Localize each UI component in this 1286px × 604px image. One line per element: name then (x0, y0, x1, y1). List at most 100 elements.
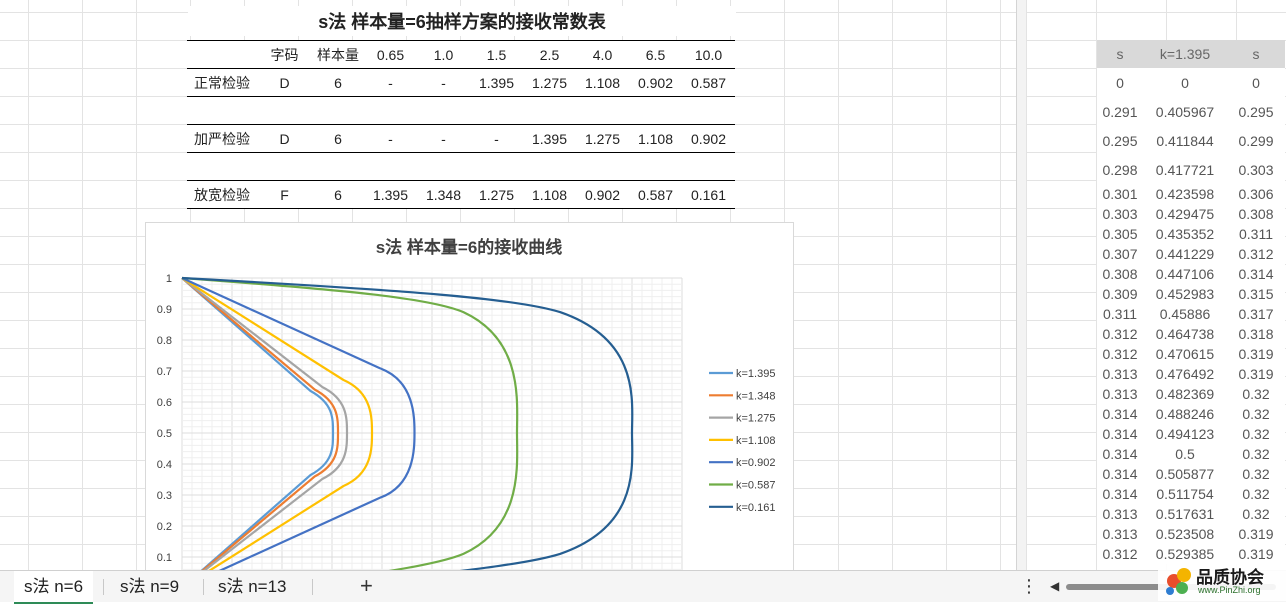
header-cell[interactable]: 1.0 (417, 40, 470, 69)
side-table-cell[interactable]: 0.299 (1227, 126, 1285, 155)
side-table-cell[interactable]: 0.314 (1227, 264, 1285, 284)
side-table-cell[interactable]: 0.291 (1097, 97, 1143, 126)
side-table-cell[interactable]: 0.314 (1097, 444, 1143, 464)
side-table-cell[interactable]: 0.32 (1227, 504, 1285, 524)
side-table-cell[interactable]: 0.411844 (1143, 126, 1227, 155)
table-cell[interactable]: 6 (312, 124, 364, 153)
side-table-cell[interactable]: 0.313 (1097, 364, 1143, 384)
side-table-cell[interactable]: 0.488246 (1143, 404, 1227, 424)
side-table-cell[interactable]: 0 (1143, 68, 1227, 97)
more-options-icon[interactable]: ⋮ (1020, 571, 1038, 602)
side-table-cell[interactable]: 0.306 (1227, 184, 1285, 204)
side-table-cell[interactable]: 0.303 (1097, 204, 1143, 224)
side-table-cell[interactable]: 0.423598 (1143, 184, 1227, 204)
table-cell[interactable]: 1.348 (417, 180, 470, 209)
table-cell[interactable]: - (470, 124, 523, 153)
side-table-cell[interactable]: 0.308 (1097, 264, 1143, 284)
side-table-cell[interactable]: 0.319 (1227, 364, 1285, 384)
table-cell[interactable]: 0.587 (682, 68, 735, 97)
side-table-cell[interactable]: 0.295 (1227, 97, 1285, 126)
side-table-cell[interactable]: 0.32 (1227, 424, 1285, 444)
header-cell[interactable]: k=1.395 (1143, 40, 1227, 68)
side-table-cell[interactable]: 0.308 (1227, 204, 1285, 224)
row-label[interactable]: 正常检验 (187, 68, 257, 97)
side-table-cell[interactable]: 0.441229 (1143, 244, 1227, 264)
side-table-cell[interactable]: 0.313 (1097, 524, 1143, 544)
side-table-cell[interactable]: 0.305 (1097, 224, 1143, 244)
table-cell[interactable]: 0.902 (629, 68, 682, 97)
side-table-cell[interactable]: 0.318 (1227, 324, 1285, 344)
side-table-cell[interactable]: 0.476492 (1143, 364, 1227, 384)
side-table-cell[interactable]: 0.517631 (1143, 504, 1227, 524)
side-table-cell[interactable]: 0.523508 (1143, 524, 1227, 544)
table-cell[interactable]: 1.395 (364, 180, 417, 209)
side-table-cell[interactable]: 0.494123 (1143, 424, 1227, 444)
table-cell[interactable]: 1.275 (470, 180, 523, 209)
table-cell[interactable]: - (417, 68, 470, 97)
table-cell[interactable]: 0.902 (682, 124, 735, 153)
header-cell[interactable]: 4.0 (576, 40, 629, 69)
table-cell[interactable]: 1.395 (523, 124, 576, 153)
header-cell[interactable]: 6.5 (629, 40, 682, 69)
header-cell[interactable]: 1.5 (470, 40, 523, 69)
side-table-cell[interactable]: 0.32 (1227, 384, 1285, 404)
table-cell[interactable]: 1.275 (576, 124, 629, 153)
side-table-cell[interactable]: 0.312 (1227, 244, 1285, 264)
table-cell[interactable]: - (417, 124, 470, 153)
header-cell[interactable]: s (1227, 40, 1285, 68)
side-table-cell[interactable]: 0.314 (1097, 424, 1143, 444)
side-table-cell[interactable]: 0.452983 (1143, 284, 1227, 304)
side-table-cell[interactable]: 0.5 (1143, 444, 1227, 464)
side-table-cell[interactable]: 0.464738 (1143, 324, 1227, 344)
side-table-cell[interactable]: 0.45886 (1143, 304, 1227, 324)
side-table-cell[interactable]: 0.319 (1227, 344, 1285, 364)
side-table-cell[interactable]: 0.470615 (1143, 344, 1227, 364)
side-table-cell[interactable]: 0 (1227, 68, 1285, 97)
side-table-cell[interactable]: 0.303 (1227, 155, 1285, 184)
row-label[interactable]: 放宽检验 (187, 180, 257, 209)
row-label[interactable]: 加严检验 (187, 124, 257, 153)
side-table-cell[interactable]: 0.32 (1227, 484, 1285, 504)
side-table-cell[interactable]: 0.429475 (1143, 204, 1227, 224)
header-cell[interactable]: 10.0 (682, 40, 735, 69)
table-cell[interactable]: 1.108 (629, 124, 682, 153)
side-table-cell[interactable]: 0.417721 (1143, 155, 1227, 184)
add-sheet-button[interactable]: + (360, 571, 373, 601)
header-cell[interactable]: 字码 (257, 40, 312, 69)
header-cell[interactable]: s (1097, 40, 1143, 68)
side-table-cell[interactable]: 0.314 (1097, 404, 1143, 424)
header-cell[interactable]: 0.65 (364, 40, 417, 69)
table-cell[interactable]: 1.108 (576, 68, 629, 97)
table-cell[interactable]: D (257, 124, 312, 153)
table-cell[interactable]: 0.161 (682, 180, 735, 209)
table-cell[interactable]: 6 (312, 180, 364, 209)
empty-cell[interactable] (187, 96, 735, 125)
side-table-cell[interactable]: 0.405967 (1143, 97, 1227, 126)
legend[interactable]: k=1.395 k=1.348 k=1.275 k=1.108 k=0.902 k=0.5… (709, 368, 775, 514)
side-table-cell[interactable]: 0.307 (1097, 244, 1143, 264)
side-table-cell[interactable]: 0.295 (1097, 126, 1143, 155)
table-cell[interactable]: 1.395 (470, 68, 523, 97)
sheet-tab-s-n13[interactable]: s法 n=13 (208, 571, 297, 602)
header-cell[interactable]: 2.5 (523, 40, 576, 69)
side-table-cell[interactable]: 0 (1097, 68, 1143, 97)
side-table-cell[interactable]: 0.32 (1227, 444, 1285, 464)
side-table-cell[interactable]: 0.314 (1097, 484, 1143, 504)
side-table-cell[interactable]: 0.317 (1227, 304, 1285, 324)
side-table-cell[interactable]: 0.313 (1097, 504, 1143, 524)
side-table-cell[interactable]: 0.32 (1227, 404, 1285, 424)
side-table-cell[interactable]: 0.311 (1097, 304, 1143, 324)
table-cell[interactable]: 1.275 (523, 68, 576, 97)
table-cell[interactable]: 1.108 (523, 180, 576, 209)
side-table-cell[interactable]: 0.313 (1097, 384, 1143, 404)
side-table-cell[interactable]: 0.32 (1227, 464, 1285, 484)
series-line[interactable] (181, 277, 335, 571)
table-cell[interactable]: - (364, 68, 417, 97)
empty-cell[interactable] (187, 152, 735, 181)
side-table-cell[interactable]: 0.482369 (1143, 384, 1227, 404)
side-table-cell[interactable]: 0.511754 (1143, 484, 1227, 504)
table-cell[interactable]: D (257, 68, 312, 97)
side-table-cell[interactable]: 0.315 (1227, 284, 1285, 304)
sheet-tab-s-n9[interactable]: s法 n=9 (110, 571, 189, 602)
side-table-cell[interactable]: 0.435352 (1143, 224, 1227, 244)
